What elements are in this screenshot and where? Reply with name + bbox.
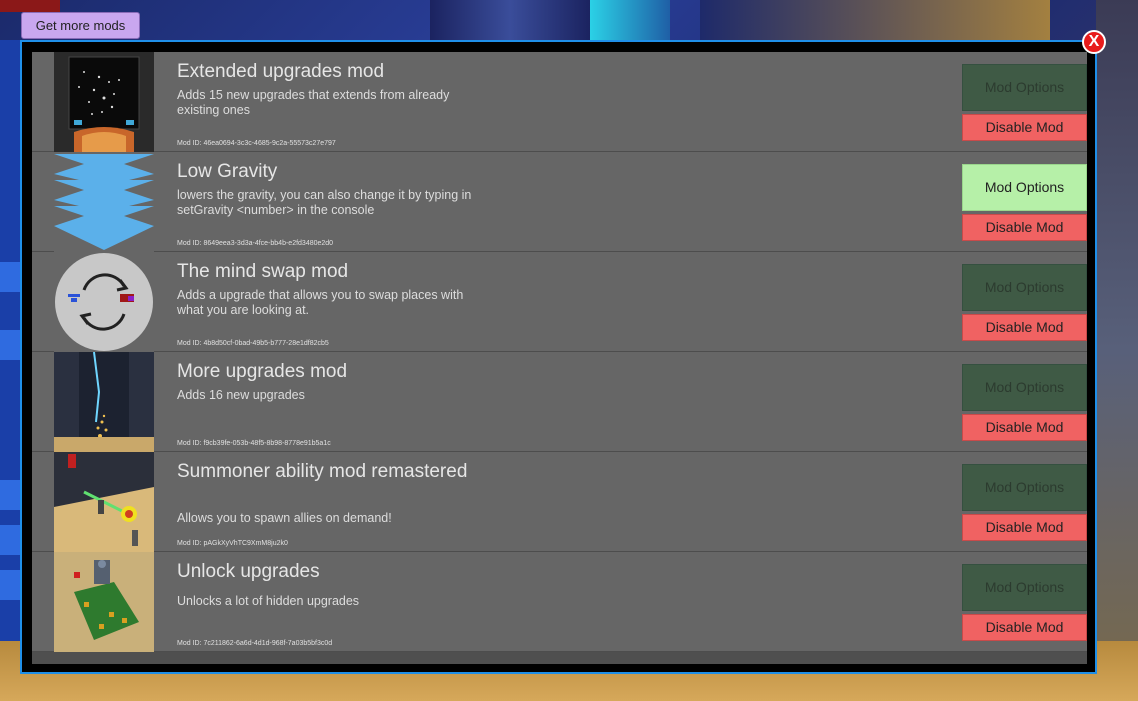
list-bottom-bar — [32, 652, 1087, 664]
background-scene-right — [1096, 0, 1138, 701]
disable-mod-button[interactable]: Disable Mod — [962, 614, 1087, 641]
more-upgrades-thumbnail — [54, 352, 154, 452]
get-more-mods-button[interactable]: Get more mods — [21, 12, 140, 39]
mod-row: Unlock upgrades Unlocks a lot of hidden … — [32, 552, 1087, 652]
mod-options-button[interactable]: Mod Options — [962, 264, 1087, 311]
unlock-thumbnail — [54, 552, 154, 652]
mod-description: Adds a upgrade that allows you to swap p… — [177, 288, 464, 317]
disable-mod-button[interactable]: Disable Mod — [962, 314, 1087, 341]
mod-row: The mind swap mod Adds a upgrade that al… — [32, 252, 1087, 352]
mod-row: Summoner ability mod remastered Allows y… — [32, 452, 1087, 552]
mod-description: lowers the gravity, you can also change … — [177, 188, 472, 217]
mods-list[interactable]: Extended upgrades mod Adds 15 new upgrad… — [32, 52, 1087, 664]
mods-panel: Extended upgrades mod Adds 15 new upgrad… — [20, 40, 1097, 674]
mod-id: Mod ID: pAGkXyVhTC9XmM8ju2k0 — [177, 540, 288, 547]
mod-title: Low Gravity — [177, 161, 278, 182]
mod-id: Mod ID: 8649eea3-3d3a-4fce-bb4b-e2fd3480… — [177, 240, 334, 247]
mod-description: Unlocks a lot of hidden upgrades — [177, 594, 360, 608]
background-scene-structure — [430, 0, 590, 40]
mod-row: Low Gravity lowers the gravity, you can … — [32, 152, 1087, 252]
close-button[interactable]: X — [1082, 30, 1106, 54]
mod-options-button[interactable]: Mod Options — [962, 64, 1087, 111]
mod-description: Adds 16 new upgrades — [177, 388, 305, 402]
mod-id: Mod ID: f9cb39fe-053b-48f5-8b98-8778e91b… — [177, 440, 331, 447]
summoner-thumbnail — [54, 452, 154, 552]
mod-description: Adds 15 new upgrades that extends from a… — [177, 88, 450, 117]
disable-mod-button[interactable]: Disable Mod — [962, 114, 1087, 141]
disable-mod-button[interactable]: Disable Mod — [962, 214, 1087, 241]
mod-description: Allows you to spawn allies on demand! — [177, 511, 392, 525]
extended-thumbnail — [54, 52, 154, 152]
mod-id: Mod ID: 4b8d50cf-0bad-49b5-b777-28e1df82… — [177, 340, 329, 347]
background-scene-top — [700, 0, 1050, 40]
mod-title: The mind swap mod — [177, 261, 349, 282]
swap-thumbnail — [54, 252, 154, 352]
mod-options-button[interactable]: Mod Options — [962, 564, 1087, 611]
mod-row: More upgrades mod Adds 16 new upgrades M… — [32, 352, 1087, 452]
disable-mod-button[interactable]: Disable Mod — [962, 414, 1087, 441]
mod-row: Extended upgrades mod Adds 15 new upgrad… — [32, 52, 1087, 152]
disable-mod-button[interactable]: Disable Mod — [962, 514, 1087, 541]
down-arrows-thumbnail — [54, 152, 154, 252]
mod-title: Summoner ability mod remastered — [177, 461, 468, 482]
mod-options-button[interactable]: Mod Options — [962, 364, 1087, 411]
mod-title: Unlock upgrades — [177, 561, 320, 582]
mod-id: Mod ID: 7c211862-6a6d-4d1d-968f-7a03b5bf… — [177, 640, 333, 647]
mod-id: Mod ID: 46ea0694-3c3c-4685-9c2a-55573c27… — [177, 140, 336, 147]
background-scene-light — [590, 0, 670, 40]
mod-options-button[interactable]: Mod Options — [962, 464, 1087, 511]
background-scene-left-ui — [0, 40, 22, 650]
mod-title: Extended upgrades mod — [177, 61, 385, 82]
mod-title: More upgrades mod — [177, 361, 348, 382]
background-scene-red-block — [0, 0, 60, 12]
mod-options-button[interactable]: Mod Options — [962, 164, 1087, 211]
